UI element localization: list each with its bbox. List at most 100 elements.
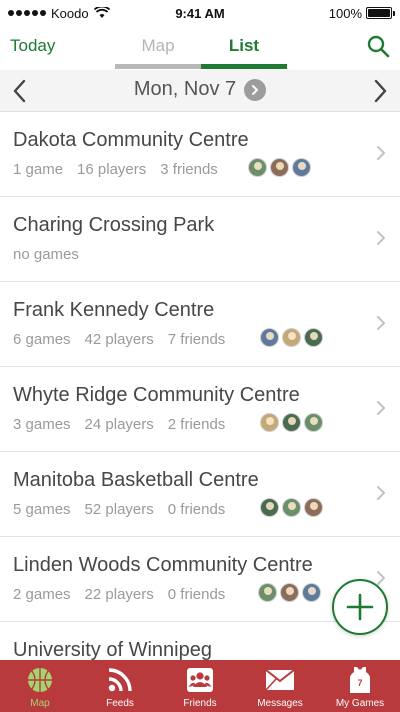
tab-bar-my-games[interactable]: 7 My Games bbox=[320, 660, 400, 712]
venue-games-count: 6 games bbox=[13, 331, 71, 348]
venue-name: Linden Woods Community Centre bbox=[13, 554, 313, 576]
friend-avatars bbox=[260, 328, 323, 347]
venue-players-count: 24 players bbox=[84, 416, 154, 433]
friend-avatars bbox=[260, 498, 323, 517]
friends-icon bbox=[185, 665, 215, 695]
venue-games-count: no games bbox=[13, 246, 79, 263]
venue-players-count: 52 players bbox=[84, 501, 154, 518]
venue-games-count: 3 games bbox=[13, 416, 71, 433]
tab-bar-label: Messages bbox=[257, 698, 303, 709]
tab-map-indicator bbox=[115, 64, 201, 69]
avatar bbox=[282, 328, 301, 347]
next-day-icon[interactable] bbox=[370, 78, 390, 104]
tab-bar-map[interactable]: Map bbox=[0, 660, 80, 712]
venue-row[interactable]: Charing Crossing Park no games bbox=[0, 197, 400, 282]
venue-row[interactable]: University of Winnipeg bbox=[0, 622, 400, 660]
venue-players-count: 16 players bbox=[77, 161, 147, 178]
venue-row[interactable]: Dakota Community Centre 1 game 16 players 3… bbox=[0, 112, 400, 197]
avatar bbox=[304, 498, 323, 517]
rss-feed-icon bbox=[105, 665, 135, 695]
avatar bbox=[282, 498, 301, 517]
carrier-label: Koodo bbox=[51, 5, 89, 21]
current-date: Mon, Nov 7 bbox=[133, 78, 237, 100]
avatar bbox=[302, 583, 321, 602]
chevron-right-icon bbox=[377, 146, 385, 160]
battery-icon bbox=[366, 7, 395, 19]
avatar bbox=[260, 498, 279, 517]
venue-games-count: 2 games bbox=[13, 586, 71, 603]
venue-name: Whyte Ridge Community Centre bbox=[13, 384, 300, 406]
date-picker[interactable]: Mon, Nov 7 bbox=[0, 78, 400, 101]
tab-bar-friends[interactable]: Friends bbox=[160, 660, 240, 712]
wifi-icon bbox=[93, 7, 110, 18]
plus-icon bbox=[346, 593, 374, 621]
avatar bbox=[260, 328, 279, 347]
today-button[interactable]: Today bbox=[10, 36, 55, 56]
chevron-right-circle-icon bbox=[244, 78, 267, 101]
tab-bar-feeds[interactable]: Feeds bbox=[80, 660, 160, 712]
avatar bbox=[282, 413, 301, 432]
venue-stats: 2 games 22 players 0 friends bbox=[13, 586, 225, 603]
tab-map[interactable]: Map bbox=[115, 36, 201, 56]
friend-avatars bbox=[248, 158, 311, 177]
avatar bbox=[260, 413, 279, 432]
envelope-icon bbox=[265, 665, 295, 695]
venue-name: Manitoba Basketball Centre bbox=[13, 469, 259, 491]
venue-games-count: 5 games bbox=[13, 501, 71, 518]
bottom-tab-bar: Map Feeds Friends Messages 7 My Games bbox=[0, 660, 400, 712]
tab-bar-label: Friends bbox=[183, 698, 217, 709]
avatar bbox=[304, 413, 323, 432]
venue-row[interactable]: Frank Kennedy Centre 6 games 42 players 7 f… bbox=[0, 282, 400, 367]
status-left: Koodo bbox=[8, 6, 110, 21]
avatar bbox=[248, 158, 267, 177]
avatar bbox=[292, 158, 311, 177]
jersey-icon: 7 bbox=[345, 665, 375, 695]
venue-games-count: 1 game bbox=[13, 161, 64, 178]
tab-list-indicator bbox=[201, 64, 287, 69]
venue-name: Dakota Community Centre bbox=[13, 129, 249, 151]
date-bar: Mon, Nov 7 bbox=[0, 70, 400, 112]
basketball-icon bbox=[25, 665, 55, 695]
chevron-right-icon bbox=[377, 231, 385, 245]
chevron-right-icon bbox=[377, 571, 385, 585]
venue-friends-count: 0 friends bbox=[167, 586, 226, 603]
venue-stats: no games bbox=[13, 246, 79, 263]
add-game-button[interactable] bbox=[332, 579, 388, 635]
venue-friends-count: 2 friends bbox=[167, 416, 226, 433]
friend-avatars bbox=[260, 413, 323, 432]
status-right: 100% bbox=[328, 5, 395, 21]
venue-list: Dakota Community Centre 1 game 16 players 3… bbox=[0, 112, 400, 660]
venue-row[interactable]: Manitoba Basketball Centre 5 games 52 play… bbox=[0, 452, 400, 537]
tab-bar-messages[interactable]: Messages bbox=[240, 660, 320, 712]
venue-name: University of Winnipeg bbox=[13, 639, 212, 660]
venue-friends-count: 7 friends bbox=[167, 331, 226, 348]
avatar bbox=[270, 158, 289, 177]
venue-stats: 6 games 42 players 7 friends bbox=[13, 331, 225, 348]
venue-friends-count: 3 friends bbox=[160, 161, 218, 178]
venue-stats: 1 game 16 players 3 friends bbox=[13, 161, 218, 178]
venue-name: Frank Kennedy Centre bbox=[13, 299, 215, 321]
top-nav: Today Map List bbox=[0, 26, 400, 70]
tab-list[interactable]: List bbox=[201, 36, 287, 56]
tab-bar-label: My Games bbox=[335, 698, 385, 709]
avatar bbox=[304, 328, 323, 347]
search-icon[interactable] bbox=[366, 34, 390, 58]
venue-row[interactable]: Whyte Ridge Community Centre 3 games 24 pl… bbox=[0, 367, 400, 452]
avatar bbox=[258, 583, 277, 602]
avatar bbox=[280, 583, 299, 602]
signal-icon bbox=[8, 10, 46, 16]
tab-bar-label: Feeds bbox=[106, 698, 134, 709]
venue-players-count: 42 players bbox=[84, 331, 154, 348]
svg-text:7: 7 bbox=[357, 678, 362, 688]
friend-avatars bbox=[258, 583, 321, 602]
tab-bar-label: Map bbox=[30, 698, 50, 709]
chevron-right-icon bbox=[377, 401, 385, 415]
venue-stats: 3 games 24 players 2 friends bbox=[13, 416, 225, 433]
view-segmented-control: Map List bbox=[115, 36, 287, 69]
venue-name: Charing Crossing Park bbox=[13, 214, 215, 236]
battery-percent: 100% bbox=[328, 5, 362, 21]
venue-stats: 5 games 52 players 0 friends bbox=[13, 501, 225, 518]
venue-friends-count: 0 friends bbox=[167, 501, 226, 518]
status-bar: Koodo 9:41 AM 100% bbox=[0, 0, 400, 26]
chevron-right-icon bbox=[377, 486, 385, 500]
